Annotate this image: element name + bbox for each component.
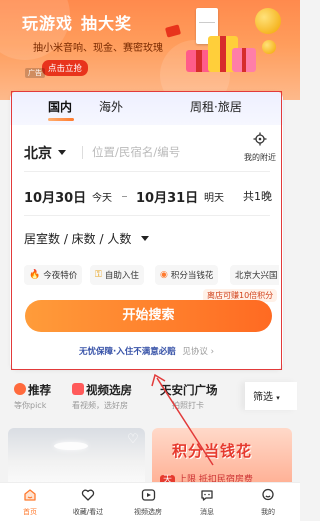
category-title: 推荐 (28, 383, 51, 397)
banner-title: 玩游戏 抽大奖 (22, 14, 133, 33)
highlight-annotation (11, 91, 282, 370)
chevron-down-icon: ▾ (276, 394, 280, 402)
nav-label: 首页 (23, 508, 37, 516)
nav-label: 我的 (261, 508, 275, 516)
home-icon (24, 489, 36, 501)
banner-subtitle: 抽小米音响、现金、赛密玫瑰 (33, 43, 163, 54)
video-icon (72, 383, 84, 395)
banner-cta-button[interactable]: 点击立抢 (42, 60, 89, 76)
nav-favorites[interactable]: 收藏/看过 (63, 487, 113, 517)
nav-video[interactable]: 视频选房 (123, 487, 173, 517)
nav-label: 视频选房 (134, 508, 162, 516)
ad-label: 广告 (25, 68, 45, 78)
gift-box-icon (232, 48, 256, 72)
nav-home[interactable]: 首页 (5, 487, 55, 517)
nav-profile[interactable]: 我的 (243, 487, 293, 517)
nav-label: 消息 (200, 508, 214, 516)
message-icon (201, 490, 213, 501)
category-subtitle: 看视频，选好房 (72, 401, 128, 410)
category-title: 视频选房 (86, 383, 132, 397)
category-video[interactable]: 视频选房 看视频，选好房 (72, 382, 132, 411)
heart-icon (81, 489, 95, 501)
gold-coin-icon (262, 40, 276, 54)
listing-card[interactable]: ♡ (8, 428, 145, 483)
nav-messages[interactable]: 消息 (182, 487, 232, 517)
favorite-heart-icon[interactable]: ♡ (125, 432, 141, 448)
points-promo-title: 积分当钱花 (172, 442, 253, 460)
category-tiananmen[interactable]: 天安门广场 拍照打卡 (160, 382, 218, 411)
points-promo-card[interactable]: 积分当钱花 天上限 抵扣民宿房费 (152, 428, 292, 483)
category-subtitle: 拍照打卡 (172, 401, 204, 410)
promo-banner[interactable]: 玩游戏 抽大奖 抽小米音响、现金、赛密玫瑰 点击立抢 广告 (0, 0, 300, 100)
bottom-nav: 首页 收藏/看过 视频选房 消息 我的 (0, 482, 300, 521)
gold-coin-icon (255, 8, 281, 34)
filter-label: 筛选 (253, 392, 273, 403)
profile-icon (262, 488, 274, 501)
category-recommend[interactable]: 推荐 等你pick (14, 382, 51, 411)
listing-photo (54, 442, 88, 450)
red-envelope-icon (164, 24, 182, 38)
nav-label: 收藏/看过 (72, 508, 104, 516)
filter-button[interactable]: 筛选 ▾ (245, 382, 297, 410)
recommend-icon (14, 383, 26, 395)
category-subtitle: 等你pick (14, 401, 47, 410)
category-title: 天安门广场 (160, 383, 218, 397)
video-icon (141, 489, 155, 501)
